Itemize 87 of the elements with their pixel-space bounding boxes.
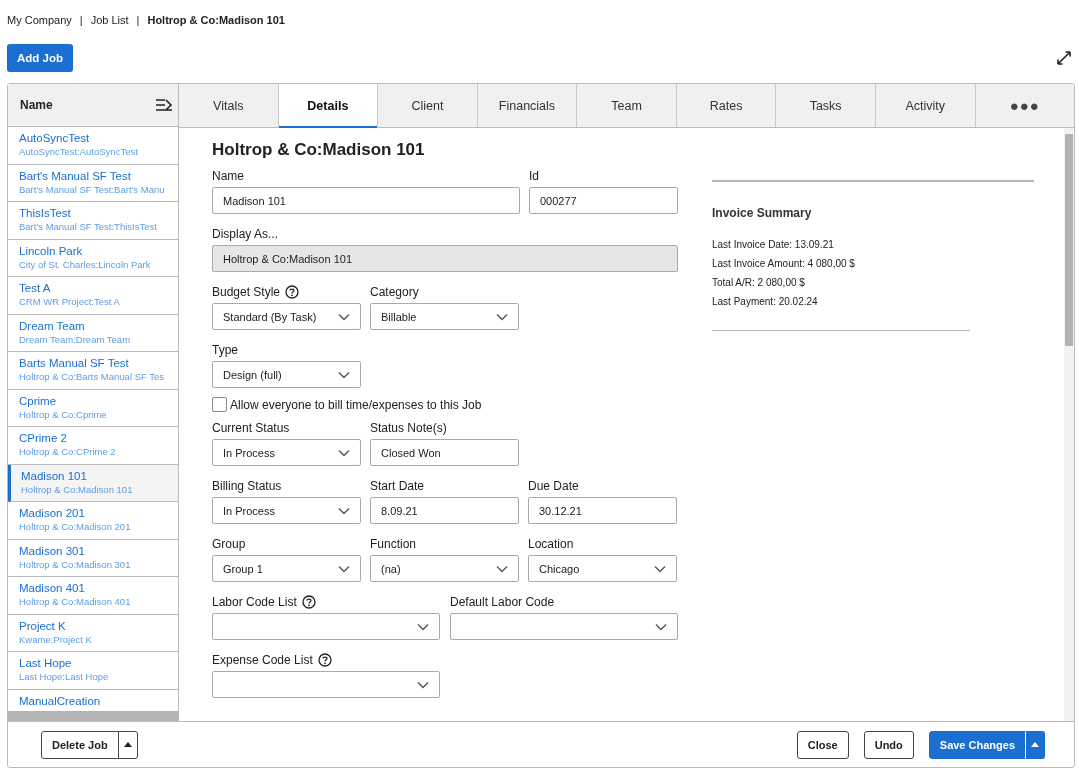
job-list-item[interactable]: Project K Kwame:Project K xyxy=(8,614,178,652)
job-list-item[interactable]: Last Hope Last Hope:Last Hope xyxy=(8,652,178,690)
job-list-item[interactable]: Madison 101 Holtrop & Co:Madison 101 xyxy=(8,464,178,502)
job-list-item[interactable]: AutoSyncTest AutoSyncTest:AutoSyncTest xyxy=(8,127,178,165)
summary-line: Last Invoice Amount: 4 080,00 $ xyxy=(712,257,856,271)
field-label: Current Status xyxy=(212,421,290,435)
chevron-down-icon xyxy=(417,622,429,631)
caret-up-icon xyxy=(1031,742,1039,747)
job-list-item[interactable]: CPrime 2 Holtrop & Co:CPrime 2 xyxy=(8,427,178,465)
dropdown[interactable]: Design (full) xyxy=(212,361,361,388)
footer-button[interactable]: Delete Job xyxy=(41,730,119,759)
field-label: Start Date xyxy=(370,479,425,493)
caret-up-icon xyxy=(123,742,132,747)
chevron-down-icon xyxy=(417,680,429,689)
field-label: Billing Status xyxy=(212,479,282,493)
field-label: Labor Code List xyxy=(212,595,297,609)
form-title: Holtrop & Co:Madison 101 xyxy=(212,140,426,160)
field-label: Location xyxy=(528,537,574,551)
dropdown[interactable]: Group 1 xyxy=(212,555,361,582)
dropdown[interactable] xyxy=(212,613,440,640)
input-field[interactable]: Closed Won xyxy=(370,439,519,466)
scrollbar[interactable] xyxy=(1064,128,1074,721)
sort-icon xyxy=(155,98,173,112)
job-list-item[interactable]: Madison 301 Holtrop & Co:Madison 301 xyxy=(8,539,178,577)
job-list-item[interactable]: Barts Manual SF Test Holtrop & Co:Barts Manual SF Tes xyxy=(8,352,178,390)
field-label: Default Labor Code xyxy=(450,595,555,609)
tab[interactable]: Details xyxy=(278,84,379,128)
chevron-down-icon xyxy=(496,312,508,321)
breadcrumb-link[interactable]: Job List xyxy=(90,14,129,26)
breadcrumb-link[interactable]: My Company xyxy=(7,14,72,26)
job-list-item[interactable]: Dream Team Dream Team:Dream Team xyxy=(8,314,178,352)
dropdown[interactable]: Standard (By Task) xyxy=(212,303,361,330)
chevron-down-icon xyxy=(655,622,667,631)
job-list-item[interactable]: Lincoln Park City of St. Charles:Lincoln Park xyxy=(8,239,178,277)
readonly-field: Holtrop & Co:Madison 101 xyxy=(212,245,678,272)
field-label: Budget Style xyxy=(212,285,281,299)
field-label: Id xyxy=(529,169,539,183)
field-label: Type xyxy=(212,343,238,357)
breadcrumb-separator: | xyxy=(79,14,83,26)
input-field[interactable]: Madison 101 xyxy=(212,187,520,214)
field-label: Display As... xyxy=(212,227,279,241)
footer-button[interactable]: Undo xyxy=(863,730,914,759)
breadcrumb-separator: | xyxy=(136,14,140,26)
dropdown[interactable]: Billable xyxy=(370,303,519,330)
field-label: Due Date xyxy=(528,479,579,493)
footer-button[interactable]: Close xyxy=(796,730,849,759)
input-field[interactable]: 30.12.21 xyxy=(528,497,677,524)
chevron-down-icon xyxy=(338,506,350,515)
footer-button[interactable]: Save Changes xyxy=(928,730,1026,759)
field-label: Function xyxy=(370,537,417,551)
checkbox-label: Allow everyone to bill time/expenses to this Job xyxy=(230,397,482,412)
section-title: Invoice Summary xyxy=(712,206,813,220)
field-label: Category xyxy=(370,285,419,299)
dropdown[interactable]: In Process xyxy=(212,439,361,466)
dropdown[interactable]: Chicago xyxy=(528,555,677,582)
chevron-down-icon xyxy=(338,448,350,457)
field-label: Status Note(s) xyxy=(370,421,447,435)
chevron-down-icon xyxy=(338,312,350,321)
summary-line: Last Payment: 20.02.24 xyxy=(712,295,819,309)
add-job-button[interactable]: Add Job xyxy=(7,44,73,72)
summary-line: Last Invoice Date: 13.09.21 xyxy=(712,238,835,252)
chevron-down-icon xyxy=(654,564,666,573)
job-list-item[interactable]: Madison 401 Holtrop & Co:Madison 401 xyxy=(8,577,178,615)
dropdown[interactable]: In Process xyxy=(212,497,361,524)
chevron-down-icon xyxy=(496,564,508,573)
job-list-item[interactable]: Madison 201 Holtrop & Co:Madison 201 xyxy=(8,502,178,540)
field-label: Group xyxy=(212,537,246,551)
breadcrumb-current: Holtrop & Co:Madison 101 xyxy=(147,14,285,26)
input-field[interactable]: 8.09.21 xyxy=(370,497,519,524)
menu-caret-button[interactable] xyxy=(117,730,138,759)
job-list-item[interactable]: Bart's Manual SF Test Bart's Manual SF Test:Bart's Manu xyxy=(8,164,178,202)
column-heading: Name xyxy=(20,98,53,112)
dropdown[interactable] xyxy=(450,613,678,640)
job-list-item[interactable]: Test A CRM WR Project:Test A xyxy=(8,277,178,315)
scrollbar[interactable] xyxy=(8,711,178,721)
job-list-item[interactable]: ThisIsTest Bart's Manual SF Test:ThisIsTest xyxy=(8,202,178,240)
field-label: Expense Code List xyxy=(212,653,313,667)
checkbox[interactable] xyxy=(212,397,227,412)
dropdown[interactable] xyxy=(212,671,440,698)
summary-line: Total A/R: 2 080,00 $ xyxy=(712,276,806,290)
chevron-down-icon xyxy=(338,564,350,573)
input-field[interactable]: 000277 xyxy=(529,187,678,214)
expand-icon xyxy=(1056,50,1072,66)
dropdown[interactable]: (na) xyxy=(370,555,519,582)
job-list-item[interactable]: Cprime Holtrop & Co:Cprime xyxy=(8,389,178,427)
chevron-down-icon xyxy=(338,370,350,379)
field-label: Name xyxy=(212,169,244,183)
